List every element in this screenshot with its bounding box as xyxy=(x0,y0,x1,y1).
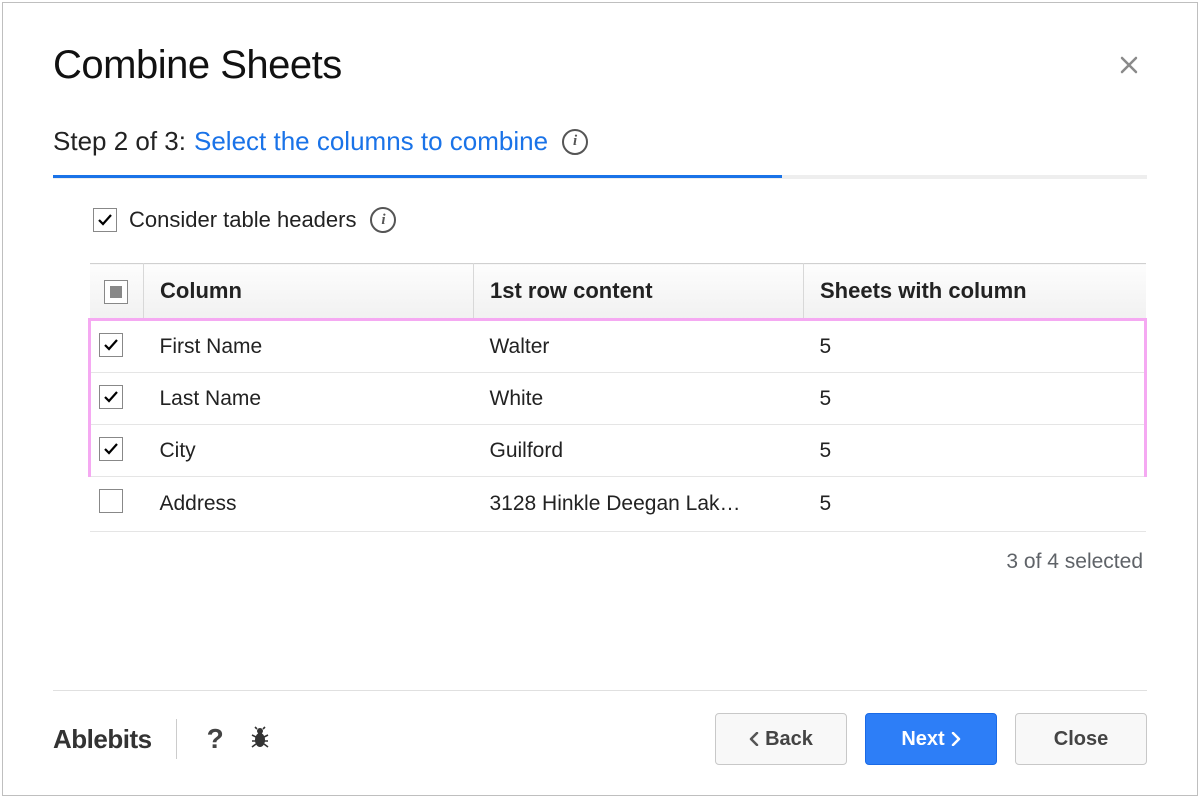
back-label: Back xyxy=(765,728,813,751)
next-button[interactable]: Next xyxy=(865,713,997,765)
cell-column: Address xyxy=(144,477,474,532)
consider-headers-checkbox[interactable] xyxy=(93,208,117,232)
step-row: Step 2 of 3: Select the columns to combi… xyxy=(53,126,1147,157)
cell-firstrow: 3128 Hinkle Deegan Lak… xyxy=(474,477,804,532)
cell-sheets: 5 xyxy=(804,320,1146,373)
back-button[interactable]: Back xyxy=(715,713,847,765)
cell-column: Last Name xyxy=(144,373,474,425)
cell-firstrow: Walter xyxy=(474,320,804,373)
header-column[interactable]: Column xyxy=(144,264,474,320)
options-row: Consider table headers i xyxy=(93,207,1147,233)
row-checkbox[interactable] xyxy=(99,333,123,357)
header-row: Combine Sheets xyxy=(53,43,1147,88)
progress-seg-2 xyxy=(418,175,783,178)
header-sheets[interactable]: Sheets with column xyxy=(804,264,1146,320)
chevron-left-icon xyxy=(749,732,759,746)
dialog-frame: Combine Sheets Step 2 of 3: Select the c… xyxy=(2,2,1198,796)
progress-seg-3 xyxy=(782,175,1147,178)
chevron-right-icon xyxy=(951,732,961,746)
cell-column: First Name xyxy=(144,320,474,373)
progress-bar xyxy=(53,175,1147,179)
bug-icon[interactable] xyxy=(248,725,272,754)
footer-buttons: Back Next Close xyxy=(715,713,1147,765)
table-header-row: Column 1st row content Sheets with colum… xyxy=(90,264,1146,320)
cell-firstrow: Guilford xyxy=(474,425,804,477)
row-checkbox[interactable] xyxy=(99,489,123,513)
table-row[interactable]: City Guilford 5 xyxy=(90,425,1146,477)
step-action: Select the columns to combine xyxy=(194,126,548,157)
brand-label: Ablebits xyxy=(53,724,152,755)
next-label: Next xyxy=(901,728,944,751)
info-icon[interactable]: i xyxy=(562,129,588,155)
cell-sheets: 5 xyxy=(804,425,1146,477)
row-checkbox[interactable] xyxy=(99,437,123,461)
close-label: Close xyxy=(1054,728,1108,751)
cell-column: City xyxy=(144,425,474,477)
row-checkbox[interactable] xyxy=(99,385,123,409)
footer: Ablebits ? Back Next Close xyxy=(53,690,1147,765)
table-row[interactable]: Last Name White 5 xyxy=(90,373,1146,425)
consider-headers-label: Consider table headers xyxy=(129,207,356,233)
columns-table: Column 1st row content Sheets with colum… xyxy=(88,263,1147,532)
info-icon[interactable]: i xyxy=(370,207,396,233)
close-button[interactable]: Close xyxy=(1015,713,1147,765)
page-title: Combine Sheets xyxy=(53,43,342,88)
header-select-all[interactable] xyxy=(90,264,144,320)
cell-sheets: 5 xyxy=(804,373,1146,425)
header-first-row[interactable]: 1st row content xyxy=(474,264,804,320)
progress-seg-1 xyxy=(53,175,418,178)
separator xyxy=(176,719,177,759)
columns-table-wrap: Column 1st row content Sheets with colum… xyxy=(88,263,1147,532)
cell-firstrow: White xyxy=(474,373,804,425)
close-icon[interactable] xyxy=(1111,46,1147,86)
table-row[interactable]: Address 3128 Hinkle Deegan Lak… 5 xyxy=(90,477,1146,532)
step-prefix: Step 2 of 3: xyxy=(53,126,186,157)
help-icon[interactable]: ? xyxy=(201,723,230,755)
table-row[interactable]: First Name Walter 5 xyxy=(90,320,1146,373)
cell-sheets: 5 xyxy=(804,477,1146,532)
selection-status: 3 of 4 selected xyxy=(88,550,1143,574)
